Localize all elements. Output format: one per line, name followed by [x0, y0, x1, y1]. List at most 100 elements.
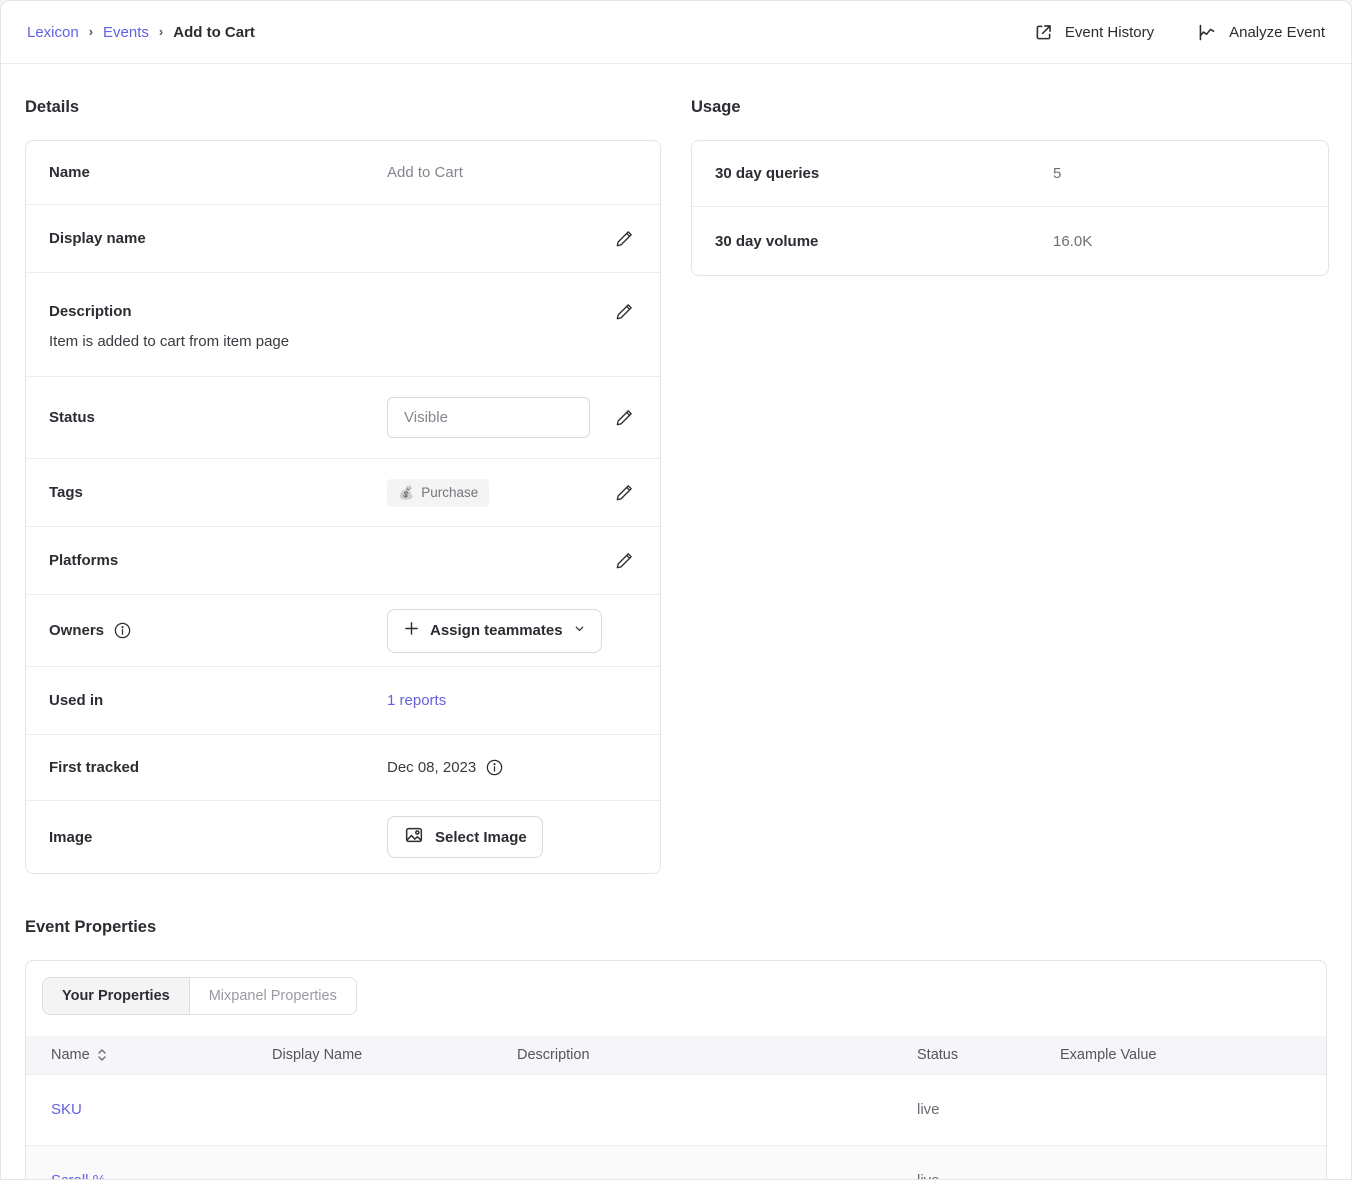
line-chart-icon — [1196, 22, 1218, 43]
first-tracked-info-icon[interactable] — [485, 758, 504, 777]
event-history-label: Event History — [1065, 24, 1154, 41]
name-label: Name — [49, 164, 387, 181]
detail-row-platforms: Platforms — [26, 527, 660, 595]
tab-your-properties[interactable]: Your Properties — [43, 978, 189, 1014]
external-link-icon — [1033, 22, 1054, 43]
breadcrumb-lexicon-link[interactable]: Lexicon — [27, 24, 79, 41]
assign-teammates-button[interactable]: Assign teammates — [387, 609, 602, 653]
usage-card: 30 day queries 5 30 day volume 16.0K — [691, 140, 1329, 276]
tab-mixpanel-properties[interactable]: Mixpanel Properties — [189, 978, 356, 1014]
analyze-event-button[interactable]: Analyze Event — [1196, 22, 1325, 43]
event-history-button[interactable]: Event History — [1033, 22, 1154, 43]
main-content: Details Name Add to Cart Display name — [1, 64, 1351, 1180]
edit-description-button[interactable] — [612, 299, 637, 324]
image-icon — [403, 824, 425, 850]
breadcrumb-separator-icon: › — [159, 24, 163, 39]
pencil-icon — [614, 301, 635, 322]
detail-row-tags: Tags 💰 Purchase — [26, 459, 660, 527]
detail-row-display-name: Display name — [26, 205, 660, 273]
display-name-label: Display name — [49, 230, 387, 247]
usage-row-volume: 30 day volume 16.0K — [692, 207, 1328, 275]
pencil-icon — [614, 407, 635, 428]
breadcrumb: Lexicon › Events › Add to Cart — [27, 24, 255, 41]
detail-row-status: Status — [26, 377, 660, 459]
owners-info-icon[interactable] — [113, 621, 132, 640]
properties-table-header-row: Name Display Name Description — [26, 1036, 1326, 1074]
lexicon-event-detail-page: Lexicon › Events › Add to Cart Event His… — [0, 0, 1352, 1180]
sort-by-name-control[interactable]: Name — [51, 1047, 107, 1063]
top-bar: Lexicon › Events › Add to Cart Event His… — [1, 1, 1351, 64]
assign-teammates-label: Assign teammates — [430, 622, 563, 639]
details-card: Name Add to Cart Display name — [25, 140, 661, 874]
tags-label: Tags — [49, 484, 387, 501]
volume-value: 16.0K — [1053, 233, 1092, 250]
volume-label: 30 day volume — [715, 233, 1053, 250]
analyze-event-label: Analyze Event — [1229, 24, 1325, 41]
platforms-label: Platforms — [49, 552, 387, 569]
top-actions: Event History Analyze Event — [1033, 22, 1325, 43]
event-properties-card: Your Properties Mixpanel Properties Name — [25, 960, 1327, 1180]
property-row-scroll-percent: Scroll % live — [26, 1145, 1326, 1180]
breadcrumb-events-link[interactable]: Events — [103, 24, 149, 41]
detail-row-owners: Owners Assign teammates — [26, 595, 660, 667]
edit-platforms-button[interactable] — [612, 548, 637, 573]
detail-row-first-tracked: First tracked Dec 08, 2023 — [26, 735, 660, 801]
property-display-name-cell — [272, 1074, 517, 1145]
detail-row-description: Description Item is added to cart from i… — [26, 273, 660, 377]
detail-row-image: Image Select Image — [26, 801, 660, 873]
property-name-link[interactable]: SKU — [51, 1101, 82, 1118]
display-name-column-header: Display Name — [272, 1036, 517, 1074]
property-name-link[interactable]: Scroll % — [51, 1172, 106, 1180]
property-row-sku: SKU live — [26, 1074, 1326, 1145]
used-in-label: Used in — [49, 692, 387, 709]
description-text: Item is added to cart from item page — [49, 333, 637, 350]
property-example-value-cell — [1060, 1145, 1326, 1180]
properties-tab-group: Your Properties Mixpanel Properties — [42, 977, 357, 1015]
detail-row-used-in: Used in 1 reports — [26, 667, 660, 735]
usage-title: Usage — [691, 98, 1329, 117]
property-example-value-cell — [1060, 1074, 1326, 1145]
event-properties-title: Event Properties — [25, 918, 1327, 937]
properties-table: Name Display Name Description — [26, 1036, 1326, 1180]
property-status-cell: live — [917, 1145, 1060, 1180]
used-in-reports-link[interactable]: 1 reports — [387, 692, 446, 709]
owners-label: Owners — [49, 622, 104, 639]
name-column-header: Name — [51, 1047, 90, 1063]
property-description-cell — [517, 1074, 917, 1145]
status-column-header: Status — [917, 1036, 1060, 1074]
status-input[interactable] — [387, 397, 590, 438]
first-tracked-date: Dec 08, 2023 — [387, 759, 476, 776]
first-tracked-label: First tracked — [49, 759, 387, 776]
image-label: Image — [49, 829, 387, 846]
queries-value: 5 — [1053, 165, 1061, 182]
event-name-value: Add to Cart — [387, 164, 463, 181]
select-image-label: Select Image — [435, 829, 527, 846]
queries-label: 30 day queries — [715, 165, 1053, 182]
pencil-icon — [614, 482, 635, 503]
select-image-button[interactable]: Select Image — [387, 816, 543, 858]
breadcrumb-separator-icon: › — [89, 24, 93, 39]
edit-display-name-button[interactable] — [612, 226, 637, 251]
tag-label: Purchase — [421, 485, 478, 500]
sort-arrows-icon — [97, 1048, 107, 1062]
pencil-icon — [614, 550, 635, 571]
property-display-name-cell — [272, 1145, 517, 1180]
plus-icon — [403, 620, 420, 641]
pencil-icon — [614, 228, 635, 249]
detail-row-name: Name Add to Cart — [26, 141, 660, 205]
property-description-cell — [517, 1145, 917, 1180]
breadcrumb-current-event: Add to Cart — [173, 24, 255, 41]
edit-status-button[interactable] — [612, 405, 637, 430]
money-bag-icon: 💰 — [398, 485, 414, 501]
event-properties-section: Event Properties Your Properties Mixpane… — [25, 918, 1327, 1180]
description-label: Description — [49, 303, 387, 320]
description-column-header: Description — [517, 1036, 917, 1074]
edit-tags-button[interactable] — [612, 480, 637, 505]
chevron-down-icon — [573, 622, 586, 639]
tag-purchase-chip[interactable]: 💰 Purchase — [387, 479, 489, 507]
details-section: Details Name Add to Cart Display name — [25, 64, 661, 874]
property-status-cell: live — [917, 1074, 1060, 1145]
usage-section: Usage 30 day queries 5 30 day volume 16.… — [691, 64, 1329, 276]
details-title: Details — [25, 98, 661, 117]
example-value-column-header: Example Value — [1060, 1036, 1326, 1074]
